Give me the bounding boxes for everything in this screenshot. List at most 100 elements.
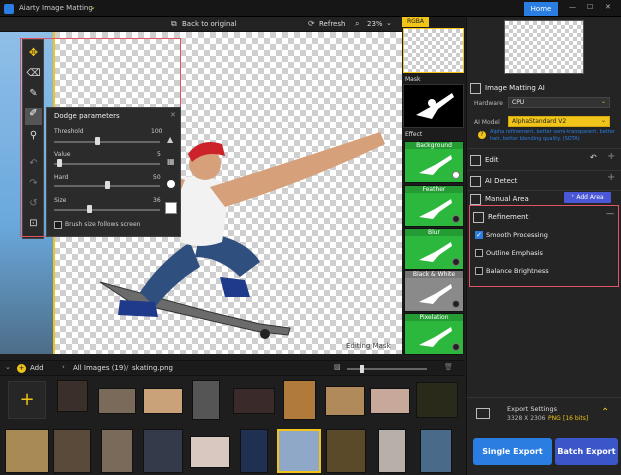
refinement-icon <box>473 211 484 223</box>
minimize-icon[interactable]: — <box>569 3 576 11</box>
add-image-button[interactable]: Add <box>30 364 44 372</box>
hardware-select[interactable]: CPU ⌄ <box>508 97 610 108</box>
refinement-collapse-icon[interactable]: — <box>606 209 614 218</box>
smooth-processing-checkbox[interactable]: ✓ <box>475 231 483 239</box>
threshold-slider-handle[interactable] <box>95 137 100 145</box>
edit-add-icon[interactable]: + <box>607 151 615 162</box>
batch-export-button[interactable]: Batch Export <box>555 438 618 465</box>
size-slider-handle[interactable] <box>87 205 92 213</box>
single-export-button[interactable]: Single Export <box>473 438 552 465</box>
title-dropdown-icon[interactable]: ⌄ <box>90 3 96 11</box>
thumbnail-item[interactable] <box>143 429 183 473</box>
threshold-slider[interactable] <box>54 141 160 143</box>
close-icon[interactable]: ✕ <box>605 3 611 11</box>
mask-preview[interactable] <box>403 84 464 128</box>
triangle-icon[interactable]: ▲ <box>167 135 173 144</box>
ai-detect-add-icon[interactable]: + <box>607 172 615 183</box>
thumbnail-item[interactable] <box>5 429 49 473</box>
settings-panel: Image Matting AI Hardware CPU ⌄ AI Model … <box>466 17 621 397</box>
panel-preview-thumb <box>504 20 584 74</box>
effect-feather-tile[interactable]: Feather <box>404 185 464 227</box>
matting-ai-header: Image Matting AI <box>467 79 621 97</box>
preview-column: RGBA Mask Effect Background Feather Blur… <box>402 17 465 355</box>
follow-screen-checkbox[interactable] <box>54 221 62 229</box>
thumbnail-item[interactable] <box>190 436 230 468</box>
thumbnail-item[interactable] <box>283 380 316 420</box>
thumbnail-item[interactable] <box>416 382 458 418</box>
thumbnail-item[interactable] <box>325 386 365 416</box>
back-chevron-icon[interactable]: ‹ <box>62 363 65 371</box>
thumbnail-item[interactable] <box>192 380 220 420</box>
app-logo-icon <box>4 4 14 14</box>
zoom-level[interactable]: 23% <box>367 20 383 28</box>
breadcrumb-separator: / <box>126 364 129 372</box>
balance-brightness-checkbox[interactable] <box>475 267 483 275</box>
export-settings-label[interactable]: Export Settings <box>507 405 557 413</box>
export-expand-icon[interactable]: ⌃ <box>601 407 609 418</box>
image-size-icon[interactable]: ▨ <box>334 363 341 371</box>
back-icon[interactable]: ⧉ <box>171 19 177 29</box>
size-dot-icon[interactable] <box>165 202 177 214</box>
thumbnail-item-selected[interactable] <box>277 429 321 473</box>
value-label: Value <box>54 151 71 158</box>
rgba-preview[interactable] <box>403 28 464 73</box>
all-images-breadcrumb[interactable]: All Images (19) <box>73 364 126 372</box>
follow-screen-label: Brush size follows screen <box>65 221 141 228</box>
thumbnail-item[interactable] <box>326 429 366 473</box>
smooth-processing-option[interactable]: ✓ Smooth Processing <box>475 231 548 239</box>
thumbnail-item[interactable] <box>53 429 91 473</box>
rgba-label[interactable]: RGBA <box>402 17 429 27</box>
refinement-section[interactable]: Refinement <box>470 208 621 226</box>
dodge-parameters-popup: Dodge parameters ✕ Threshold 100 ▲ Value… <box>46 107 181 237</box>
edit-section[interactable]: Edit <box>467 151 621 169</box>
hard-slider-handle[interactable] <box>105 181 110 189</box>
app-title: Aiarty Image Matting <box>19 4 93 12</box>
thumbnail-item[interactable] <box>101 429 133 473</box>
thumbnail-item[interactable] <box>57 380 88 412</box>
effect-pixelation-tile[interactable]: Pixelation <box>404 313 464 355</box>
thumbnail-item[interactable] <box>143 388 183 414</box>
thumbnail-item[interactable] <box>233 388 275 414</box>
checker-icon[interactable]: ▦ <box>167 157 175 166</box>
thumb-size-handle[interactable] <box>360 365 364 373</box>
thumbnail-item[interactable] <box>420 429 452 473</box>
ai-detect-section[interactable]: AI Detect <box>467 172 621 190</box>
export-settings-icon[interactable] <box>476 408 490 419</box>
image-canvas[interactable]: ✥ ⌫ ✎ ✐ ⚲ ↶ ↷ ↺ ⊡ Dodge parameters ✕ Thr… <box>0 32 402 354</box>
add-area-button[interactable]: ⁺ Add Area <box>564 192 611 203</box>
zoom-icon[interactable]: ⌕ <box>355 19 359 29</box>
export-dims: 3328 X 2306 <box>507 415 546 422</box>
effect-blur-tile[interactable]: Blur <box>404 228 464 270</box>
effect-black-white-tile[interactable]: Black & White <box>404 270 464 312</box>
maximize-icon[interactable]: ☐ <box>587 3 593 11</box>
popup-close-icon[interactable]: ✕ <box>170 111 176 119</box>
outline-emphasis-checkbox[interactable] <box>475 249 483 257</box>
thumb-size-slider[interactable] <box>347 368 427 370</box>
outline-emphasis-option[interactable]: Outline Emphasis <box>475 249 543 257</box>
delete-icon[interactable]: 🗑 <box>444 363 453 371</box>
size-slider[interactable] <box>54 209 160 211</box>
thumbnail-item[interactable] <box>378 429 406 473</box>
refresh-button[interactable]: Refresh <box>319 20 345 28</box>
effect-background-tile[interactable]: Background <box>404 141 464 183</box>
value-slider-handle[interactable] <box>57 159 62 167</box>
back-to-original-button[interactable]: Back to original <box>182 20 237 28</box>
value-slider[interactable] <box>54 163 160 165</box>
refresh-icon[interactable]: ⟳ <box>308 19 315 28</box>
home-button[interactable]: Home <box>524 2 558 16</box>
hard-circle-icon[interactable] <box>167 180 175 188</box>
size-label: Size <box>54 197 67 204</box>
add-image-tile[interactable]: + <box>8 381 46 419</box>
zoom-dropdown-icon[interactable]: ⌄ <box>386 19 392 27</box>
hard-value: 50 <box>153 174 161 181</box>
model-help-icon[interactable]: ? <box>478 131 486 139</box>
add-image-icon[interactable]: + <box>17 364 26 373</box>
thumbnail-item[interactable] <box>98 388 136 414</box>
edit-reset-icon[interactable]: ↶ <box>590 153 597 162</box>
thumbnail-item[interactable] <box>370 388 410 414</box>
size-value: 36 <box>153 197 161 204</box>
gallery-collapse-icon[interactable]: ⌄ <box>5 363 11 371</box>
model-select[interactable]: AlphaStandard V2 ⌄ <box>508 116 610 127</box>
balance-brightness-option[interactable]: Balance Brightness <box>475 267 549 275</box>
thumbnail-item[interactable] <box>240 429 268 473</box>
